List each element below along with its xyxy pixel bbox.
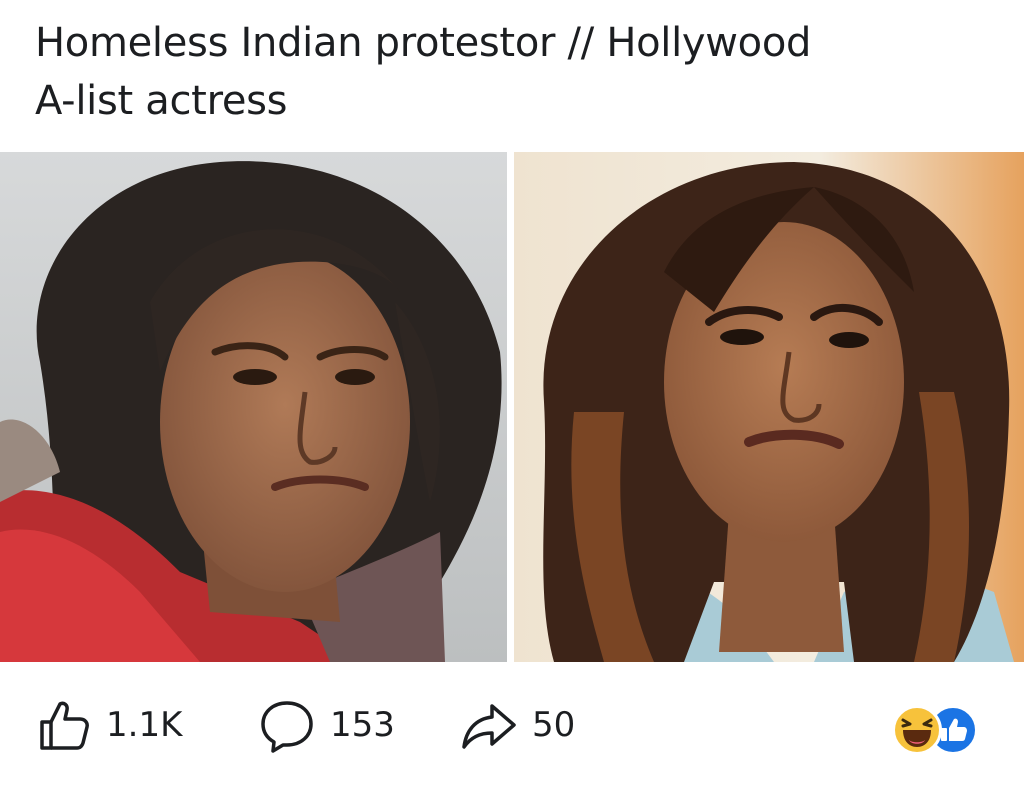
caption-line-2: A-list actress — [35, 78, 288, 124]
thumbs-up-icon — [34, 696, 92, 754]
photo-collage[interactable] — [0, 152, 1024, 662]
reactions-summary[interactable] — [892, 705, 988, 755]
share-button[interactable]: 50 — [460, 690, 575, 760]
photo-right-illustration — [514, 152, 1024, 662]
share-icon — [460, 696, 518, 754]
photo-left[interactable] — [0, 152, 507, 662]
like-button[interactable]: 1.1K — [34, 690, 182, 760]
photo-right[interactable] — [514, 152, 1024, 662]
comment-button[interactable]: 153 — [258, 690, 395, 760]
post-card: Homeless Indian protestor // Hollywood A… — [0, 0, 1024, 787]
post-caption: Homeless Indian protestor // Hollywood A… — [35, 14, 935, 130]
share-count: 50 — [532, 705, 576, 745]
post-actions-bar: 1.1K 153 50 — [0, 690, 1024, 760]
like-count: 1.1K — [106, 705, 183, 745]
haha-icon — [892, 705, 942, 755]
comment-count: 153 — [330, 705, 395, 745]
caption-line-1: Homeless Indian protestor // Hollywood — [35, 20, 812, 66]
comment-icon — [258, 696, 316, 754]
photo-left-illustration — [0, 152, 507, 662]
